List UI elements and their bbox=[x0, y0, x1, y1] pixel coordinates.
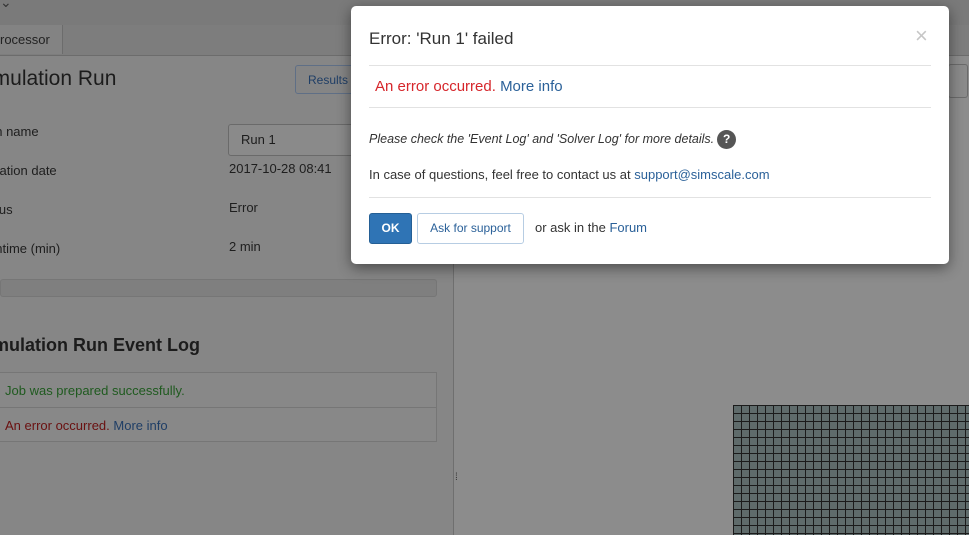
divider bbox=[369, 107, 931, 108]
log-divider bbox=[0, 407, 436, 408]
log-item: An error occurred. More info bbox=[5, 418, 168, 433]
log-item-text: An error occurred. bbox=[5, 418, 110, 433]
close-icon[interactable]: × bbox=[915, 25, 928, 47]
log-more-info-link[interactable]: More info bbox=[113, 418, 167, 433]
contact-text: In case of questions, feel free to conta… bbox=[369, 167, 770, 182]
chevron-icon[interactable]: ⌄ bbox=[0, 0, 12, 11]
event-log: Job was prepared successfully. An error … bbox=[0, 372, 437, 442]
status-value: Error bbox=[229, 200, 258, 215]
check-logs-label: Please check the 'Event Log' and 'Solver… bbox=[369, 131, 715, 146]
run-name-label: un name bbox=[0, 124, 39, 139]
more-info-link[interactable]: More info bbox=[500, 78, 563, 95]
splitter-handle[interactable]: ⁞ bbox=[455, 472, 458, 483]
error-message: An error occurred. More info bbox=[375, 78, 563, 95]
divider bbox=[369, 197, 931, 198]
error-dialog: Error: 'Run 1' failed × An error occurre… bbox=[351, 6, 949, 264]
event-log-title: imulation Run Event Log bbox=[0, 335, 200, 355]
log-item-text: Job was prepared successfully. bbox=[5, 383, 185, 398]
runtime-label: untime (min) bbox=[0, 241, 61, 256]
support-email-link[interactable]: support@simscale.com bbox=[634, 167, 769, 182]
dialog-title: Error: 'Run 1' failed bbox=[369, 29, 514, 48]
divider bbox=[369, 65, 931, 66]
log-item: Job was prepared successfully. bbox=[5, 383, 185, 398]
panel-title: imulation Run bbox=[0, 67, 117, 90]
tab-postprocessor[interactable]: rocessor bbox=[0, 25, 63, 54]
forum-link[interactable]: Forum bbox=[609, 220, 647, 235]
error-text: An error occurred. bbox=[375, 78, 496, 95]
contact-label: In case of questions, feel free to conta… bbox=[369, 167, 631, 182]
creation-date-label: reation date bbox=[0, 163, 57, 178]
status-label: atus bbox=[0, 202, 13, 217]
run-name-input[interactable]: Run 1 bbox=[228, 124, 368, 156]
forum-prefix: or ask in the bbox=[535, 220, 606, 235]
forum-text: or ask in the Forum bbox=[535, 220, 647, 235]
viewer-toolbar-button[interactable] bbox=[948, 64, 968, 98]
help-icon[interactable]: ? bbox=[717, 130, 737, 149]
ask-support-button[interactable]: Ask for support bbox=[417, 213, 524, 244]
check-logs-text: Please check the 'Event Log' and 'Solver… bbox=[369, 130, 737, 149]
runtime-value: 2 min bbox=[229, 239, 261, 254]
ok-button[interactable]: OK bbox=[369, 213, 412, 244]
creation-date-value: 2017-10-28 08:41 bbox=[229, 161, 332, 176]
progress-bar bbox=[0, 279, 437, 297]
mesh-grid bbox=[733, 405, 969, 535]
